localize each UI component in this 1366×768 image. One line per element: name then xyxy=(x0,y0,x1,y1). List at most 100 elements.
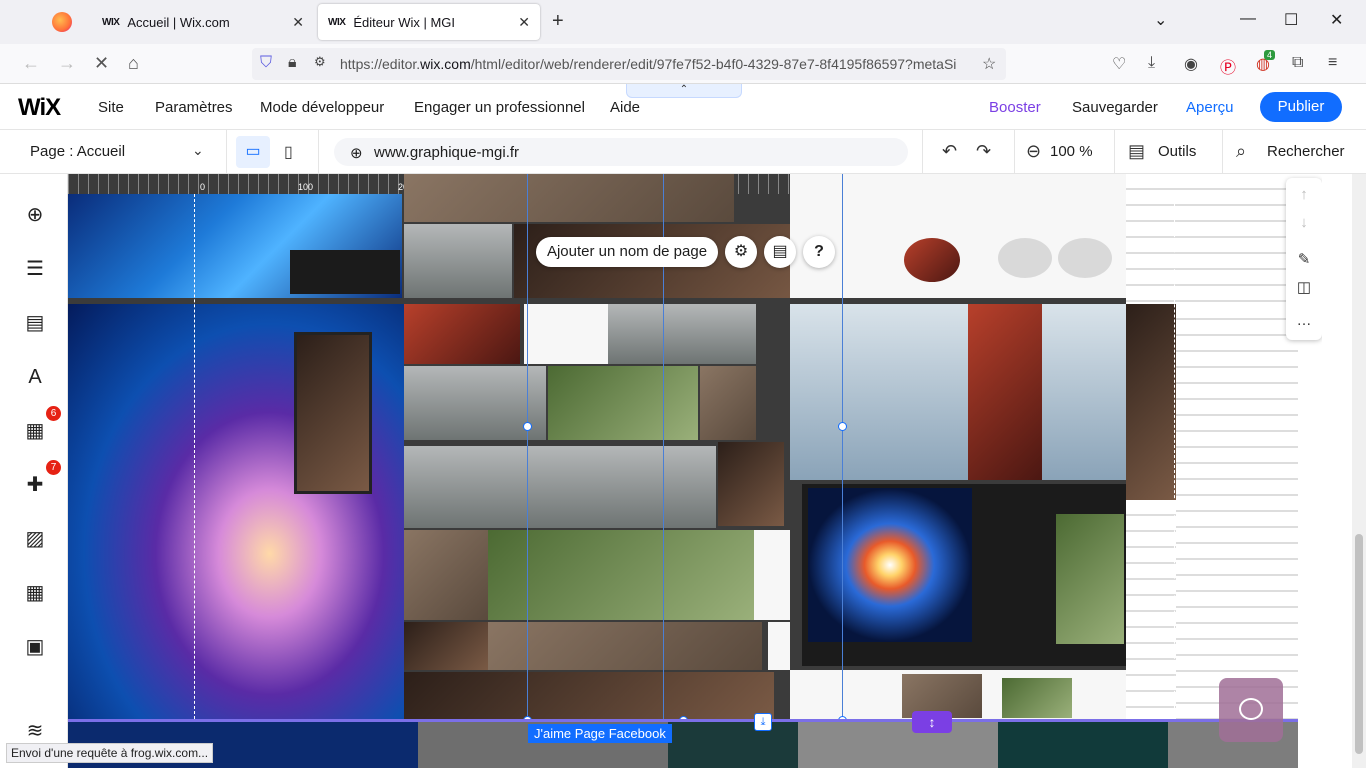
collage-photo[interactable] xyxy=(404,174,734,222)
download-icon[interactable]: ⤓ xyxy=(1148,54,1155,72)
collage-photo[interactable] xyxy=(718,442,784,526)
domain-pill[interactable]: ⊕ www.graphique-mgi.fr xyxy=(334,138,908,166)
minimize-icon[interactable]: — xyxy=(1240,10,1256,28)
edit-pencil-icon[interactable]: ✎ xyxy=(1286,250,1322,268)
widgets-puzzle-icon[interactable]: ✚ xyxy=(22,472,48,498)
fantasy-art-image[interactable] xyxy=(968,304,1042,480)
close-tab-icon[interactable]: ✕ xyxy=(292,14,304,31)
resize-handle[interactable] xyxy=(838,422,847,431)
url-bar[interactable]: ⛉ 🔒︎ ⚙ https://editor.wix.com/html/edito… xyxy=(252,48,1006,80)
extensions-puzzle-icon[interactable]: ⧉ xyxy=(1292,54,1303,72)
add-section-icon[interactable]: ☰ xyxy=(22,256,48,282)
url-text[interactable]: https://editor.wix.com/html/editor/web/r… xyxy=(340,56,970,72)
fantasy-art-image[interactable] xyxy=(790,304,1126,480)
stop-loading-icon[interactable]: ✕ xyxy=(94,53,109,74)
more-options-icon[interactable]: … xyxy=(1286,312,1322,329)
collage-photo[interactable] xyxy=(608,304,756,364)
new-tab-icon[interactable]: + xyxy=(552,10,564,33)
menu-engager-pro[interactable]: Engager un professionnel xyxy=(414,99,585,116)
pinterest-icon[interactable]: Ⓟ xyxy=(1220,54,1236,78)
layers-icon[interactable]: ≋ xyxy=(22,718,48,744)
zoom-out-icon[interactable]: ⊖ xyxy=(1026,141,1041,162)
collage-photo[interactable] xyxy=(548,366,698,440)
menu-hamburger-icon[interactable]: ≡ xyxy=(1328,54,1337,72)
move-down-icon[interactable]: ↓ xyxy=(1286,214,1322,231)
badge-image[interactable] xyxy=(1058,238,1112,278)
badge-image[interactable] xyxy=(904,238,960,282)
settings-gear-icon[interactable]: ⚙ xyxy=(725,236,757,268)
facebook-like-label[interactable]: J'aime Page Facebook xyxy=(528,724,672,743)
undo-icon[interactable]: ↶ xyxy=(942,141,957,162)
tab-list-chevron-icon[interactable]: ⌄ xyxy=(1154,10,1167,30)
close-tab-icon[interactable]: ✕ xyxy=(518,14,530,31)
text-column[interactable] xyxy=(1126,174,1180,304)
badges-image[interactable] xyxy=(790,174,1126,298)
forward-icon[interactable]: → xyxy=(58,53,76,74)
media-image-icon[interactable]: ▨ xyxy=(22,526,48,552)
menu-site[interactable]: Site xyxy=(98,99,124,116)
collage-photo[interactable] xyxy=(768,622,790,670)
redo-icon[interactable]: ↷ xyxy=(976,141,991,162)
menu-parametres[interactable]: Paramètres xyxy=(155,99,233,116)
tab-editeur[interactable]: WIX Éditeur Wix | MGI ✕ xyxy=(318,4,540,40)
chat-widget-button[interactable] xyxy=(1219,678,1283,742)
search-icon[interactable]: ⌕ xyxy=(1236,141,1246,162)
text-column[interactable] xyxy=(1176,304,1298,720)
resize-handle[interactable] xyxy=(523,422,532,431)
thumbnail-strip-image[interactable] xyxy=(290,250,400,294)
close-window-icon[interactable]: ✕ xyxy=(1330,10,1343,30)
collage-photo[interactable] xyxy=(524,304,608,364)
portrait-photo[interactable] xyxy=(1126,304,1176,500)
bottom-section-strip[interactable] xyxy=(68,722,1298,768)
apps-icon[interactable]: ▦ xyxy=(22,418,48,444)
booster-button[interactable]: Booster xyxy=(989,99,1041,116)
section-layout-icon[interactable]: ◫ xyxy=(1286,278,1322,296)
preview-button[interactable]: Aperçu xyxy=(1186,99,1234,116)
text-column[interactable] xyxy=(1126,500,1176,720)
back-icon[interactable]: ← xyxy=(22,53,40,74)
cms-table-icon[interactable]: ▦ xyxy=(22,580,48,606)
tools-button[interactable]: Outils xyxy=(1158,143,1196,160)
collage-photo[interactable] xyxy=(404,304,520,364)
collage-photo[interactable] xyxy=(404,224,512,298)
add-elements-icon[interactable]: ⊕ xyxy=(22,202,48,228)
page-selector[interactable]: Page : Accueil xyxy=(30,143,125,160)
collage-photo[interactable] xyxy=(1002,678,1072,718)
layout-icon[interactable]: ▤ xyxy=(764,236,796,268)
desktop-view-button[interactable]: ▭ xyxy=(236,136,270,168)
design-theme-icon[interactable]: A xyxy=(22,364,48,390)
tools-icon[interactable]: ▤ xyxy=(1128,141,1145,162)
download-section-icon[interactable]: ⤓ xyxy=(754,713,772,731)
collage-photo[interactable] xyxy=(754,530,790,620)
home-icon[interactable]: ⌂ xyxy=(128,53,139,74)
collapse-toolbar-handle[interactable]: ⌃ xyxy=(626,84,742,98)
maximize-icon[interactable]: ☐ xyxy=(1284,10,1298,30)
pocket-icon[interactable]: ♡ xyxy=(1112,54,1126,74)
pages-icon[interactable]: ▤ xyxy=(22,310,48,336)
wix-logo[interactable]: WiX xyxy=(18,94,61,122)
account-icon[interactable]: ◉ xyxy=(1184,54,1198,74)
scroll-thumb[interactable] xyxy=(1355,534,1363,754)
badge-image[interactable] xyxy=(998,238,1052,278)
add-page-name-button[interactable]: Ajouter un nom de page xyxy=(536,237,718,267)
collage-photo[interactable] xyxy=(404,530,488,620)
section-resize-handle[interactable]: ↕ xyxy=(912,711,952,733)
collage-photo[interactable] xyxy=(404,672,774,720)
text-column[interactable] xyxy=(1180,174,1298,304)
chevron-down-icon[interactable]: ⌄ xyxy=(192,142,204,159)
mobile-view-icon[interactable]: ▯ xyxy=(284,142,293,162)
canvas-scrollbar[interactable] xyxy=(1352,174,1366,768)
save-button[interactable]: Sauvegarder xyxy=(1072,99,1158,116)
menu-mode-developpeur[interactable]: Mode développeur xyxy=(260,99,384,116)
search-button[interactable]: Rechercher xyxy=(1267,143,1345,160)
business-tools-icon[interactable]: ▣ xyxy=(22,634,48,660)
collage-photo[interactable] xyxy=(488,622,762,670)
move-up-icon[interactable]: ↑ xyxy=(1286,186,1322,203)
collage-photo[interactable] xyxy=(700,366,756,440)
green-panel-image[interactable] xyxy=(1056,514,1124,644)
collage-photo[interactable] xyxy=(404,446,716,528)
tab-accueil[interactable]: WIX Accueil | Wix.com ✕ xyxy=(92,4,314,40)
menu-aide[interactable]: Aide xyxy=(610,99,640,116)
help-question-icon[interactable]: ? xyxy=(803,236,835,268)
lock-icon[interactable]: 🔒︎ xyxy=(288,54,297,72)
